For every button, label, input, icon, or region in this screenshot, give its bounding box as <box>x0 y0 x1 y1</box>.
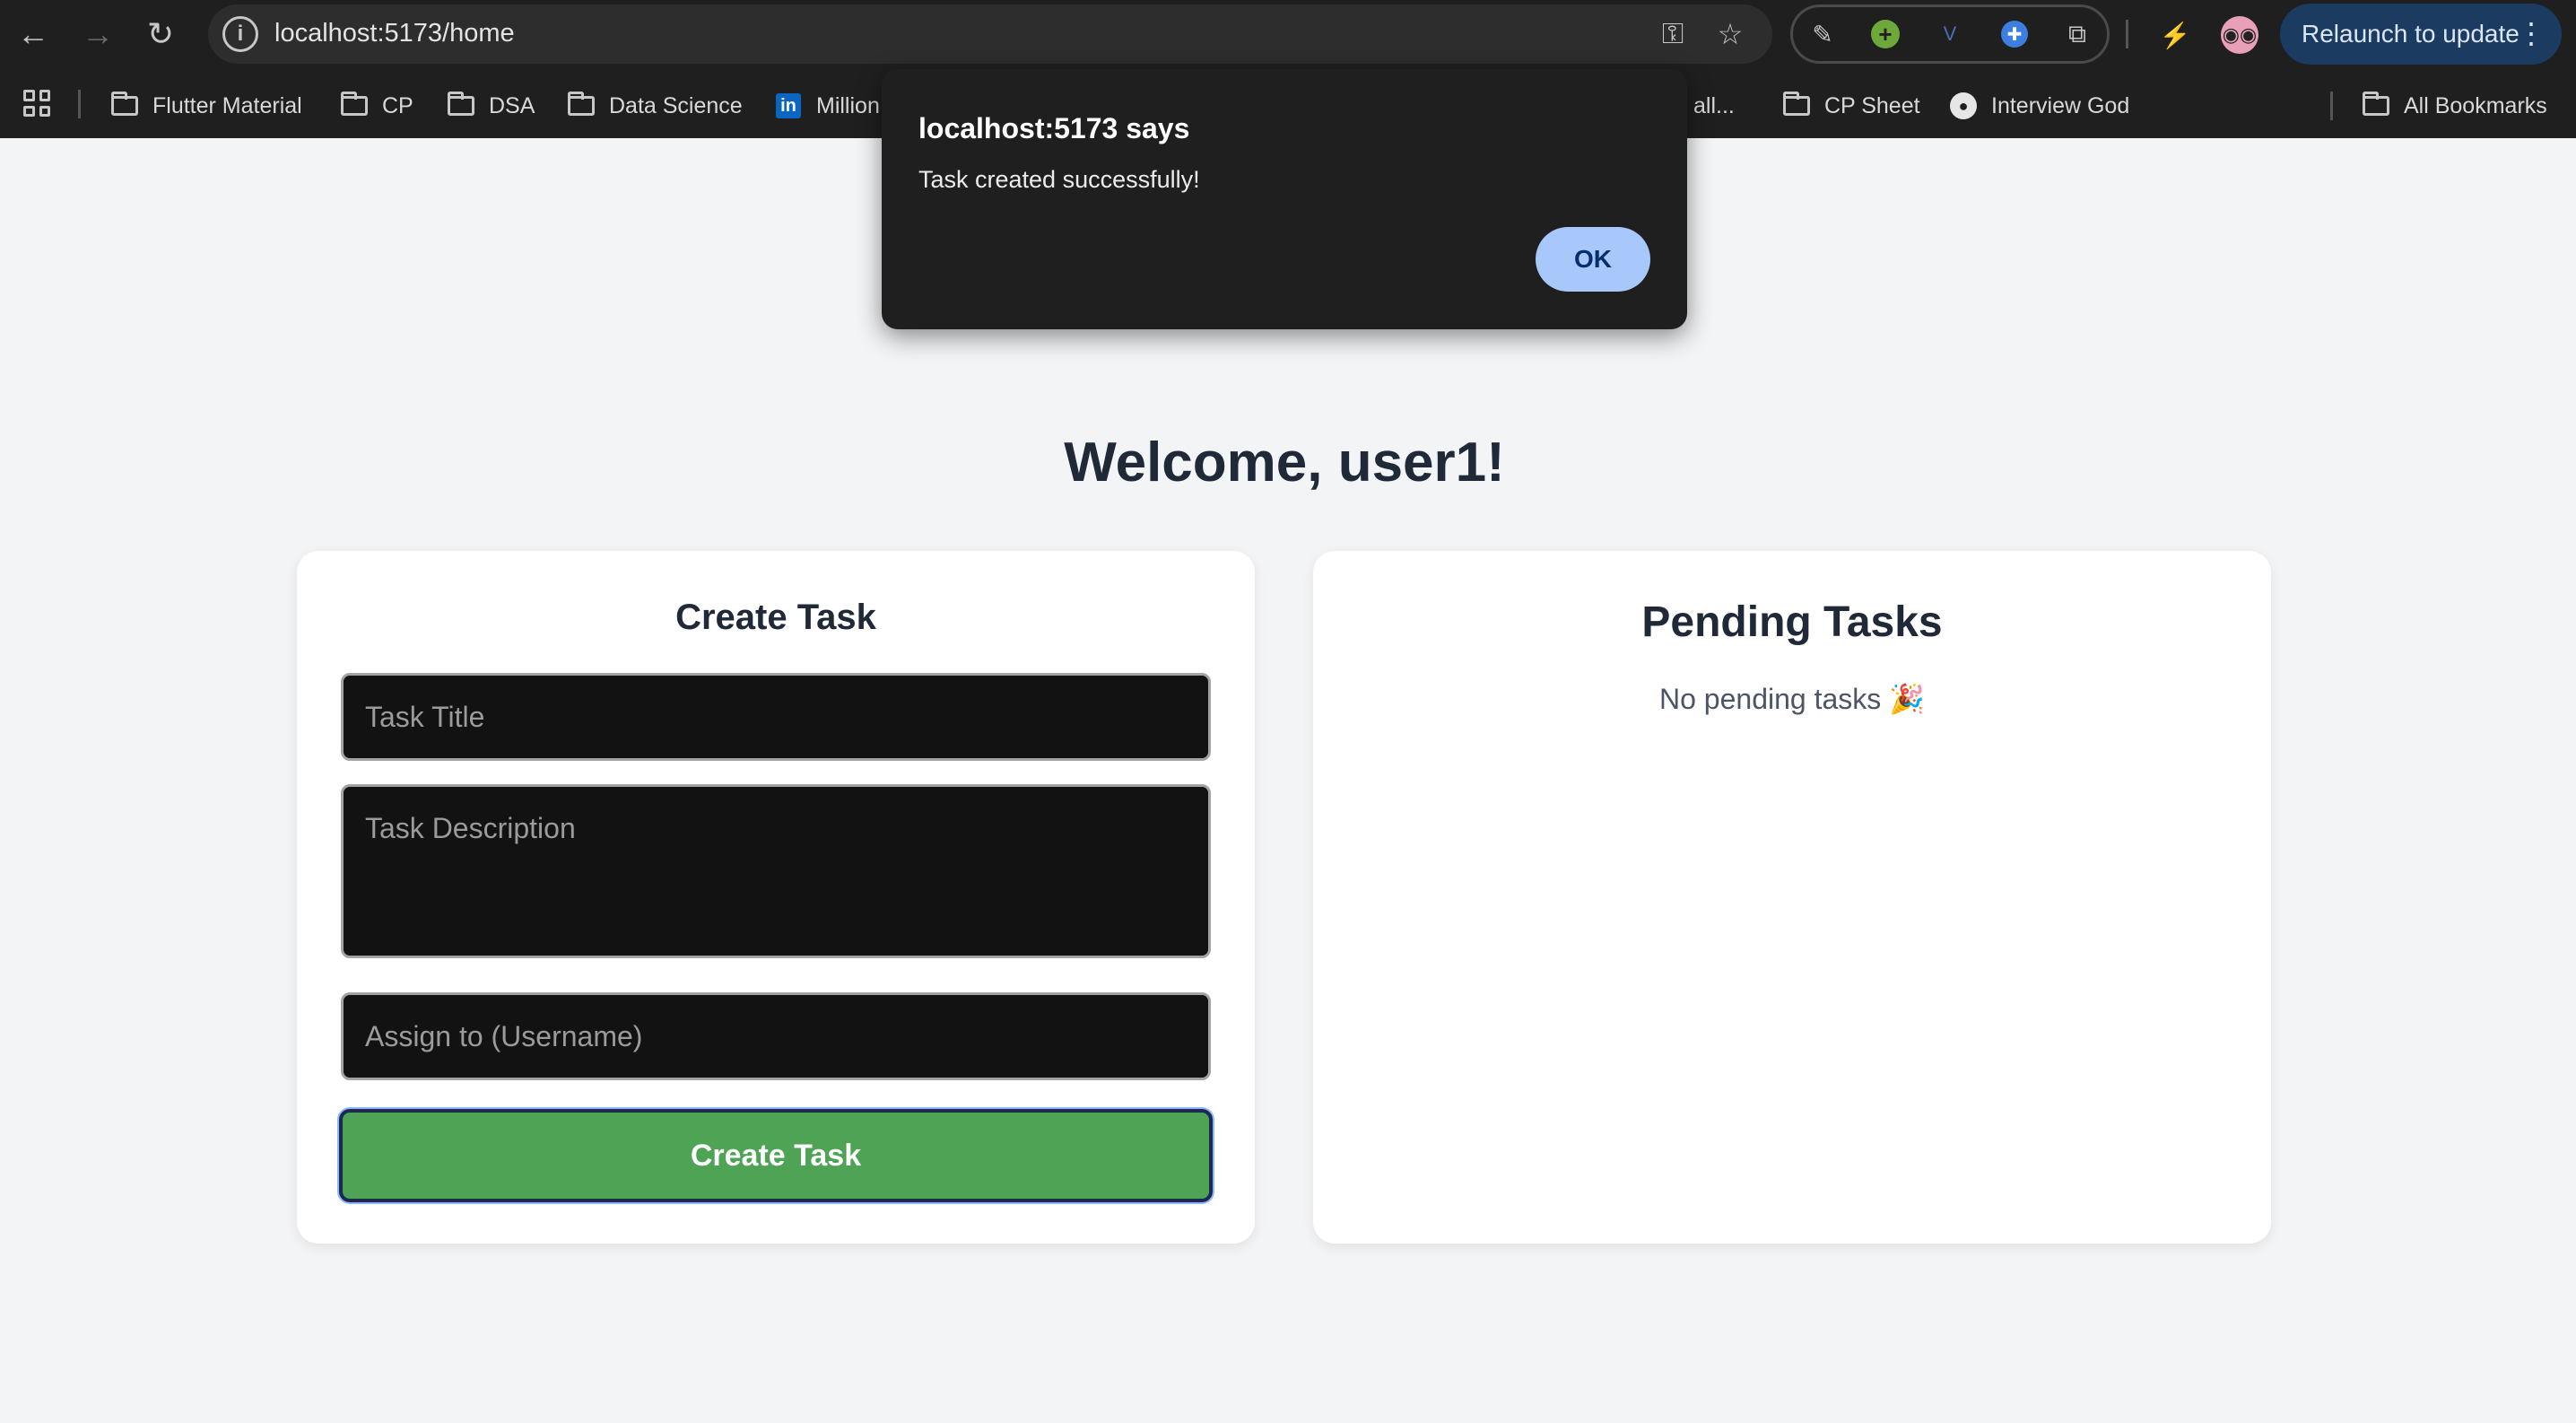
bookmark-label: Flutter Material <box>152 92 302 118</box>
bookmark-label: Interview God <box>1991 92 2130 118</box>
dialog-title: localhost:5173 says <box>918 112 1190 144</box>
bookmark-label: CP <box>382 92 413 118</box>
dialog-message: Task created successfully! <box>918 166 1200 193</box>
empty-tasks-message: No pending tasks 🎉 <box>1659 683 1925 715</box>
folder-icon <box>566 92 596 118</box>
bookmark-million[interactable]: in Million <box>773 90 880 122</box>
alert-dialog: localhost:5173 says Task created success… <box>882 69 1687 329</box>
ok-button[interactable]: OK <box>1536 227 1650 292</box>
puzzle-extensions-icon[interactable]: ⧉ <box>2058 15 2096 53</box>
profile-avatar[interactable]: ◉◉ <box>2221 16 2258 54</box>
bookmark-label: DSA <box>489 92 535 118</box>
key-icon[interactable]: ⚿ <box>1652 13 1693 55</box>
bookmarks-divider <box>2330 92 2333 120</box>
page-content: Welcome, user1! Create Task Create Task … <box>0 138 2576 1423</box>
welcome-heading: Welcome, user1! <box>1064 432 1505 493</box>
site-info-icon[interactable]: i <box>222 16 258 52</box>
folder-icon <box>109 92 140 118</box>
folder-icon <box>339 92 370 118</box>
folder-icon <box>1781 92 1812 118</box>
create-task-button[interactable]: Create Task <box>339 1109 1213 1202</box>
bookmark-label: Data Science <box>609 92 743 118</box>
vue-devtools-icon[interactable]: V <box>1931 15 1969 53</box>
task-title-input[interactable] <box>341 673 1211 761</box>
bookmark-interview-god[interactable]: ● Interview God <box>1948 90 2129 122</box>
performance-icon[interactable]: ⚡ <box>2156 16 2194 54</box>
linkedin-icon: in <box>773 93 804 118</box>
bookmark-cp[interactable]: CP <box>339 90 413 122</box>
url-text[interactable]: localhost:5173/home <box>274 19 515 48</box>
assign-username-input[interactable] <box>341 992 1211 1080</box>
bookmark-cp-sheet[interactable]: CP Sheet <box>1781 90 1920 122</box>
bookmark-label: all... <box>1693 92 1735 118</box>
bookmark-label: Million <box>816 92 880 118</box>
create-task-title: Create Task <box>675 598 876 637</box>
forward-arrow-icon[interactable]: → <box>75 12 120 57</box>
toolbar-divider <box>2126 20 2128 48</box>
green-plus-extension-icon[interactable]: + <box>1867 15 1904 53</box>
bookmark-flutter-material[interactable]: Flutter Material <box>109 90 302 122</box>
blue-extension-icon[interactable]: ✚ <box>1996 15 2033 53</box>
reload-icon[interactable]: ↻ <box>138 12 183 57</box>
address-bar[interactable]: i localhost:5173/home ⚿ ☆ <box>208 4 1772 64</box>
task-description-input[interactable] <box>341 784 1211 958</box>
create-task-card: Create Task Create Task <box>297 551 1255 1244</box>
star-icon[interactable]: ☆ <box>1710 13 1751 55</box>
pending-tasks-title: Pending Tasks <box>1641 598 1943 646</box>
relaunch-button[interactable]: Relaunch to update ⋮ <box>2280 4 2562 65</box>
all-bookmarks-label: All Bookmarks <box>2404 92 2547 118</box>
relaunch-label: Relaunch to update <box>2302 20 2519 48</box>
bookmark-truncated[interactable]: all... <box>1693 90 1735 122</box>
folder-icon <box>446 92 476 118</box>
bookmark-dsa[interactable]: DSA <box>446 90 535 122</box>
bookmark-label: CP Sheet <box>1824 92 1920 118</box>
back-arrow-icon[interactable]: ← <box>11 12 56 57</box>
bookmark-data-science[interactable]: Data Science <box>566 90 743 122</box>
github-icon: ● <box>1948 92 1979 119</box>
all-bookmarks[interactable]: All Bookmarks <box>2361 90 2547 122</box>
eyedropper-icon[interactable]: ✎ <box>1804 15 1841 53</box>
folder-icon <box>2361 92 2391 118</box>
extensions-group: ✎ + V ✚ ⧉ <box>1790 4 2110 64</box>
pending-tasks-card: Pending Tasks No pending tasks 🎉 <box>1313 551 2271 1244</box>
menu-dots-icon[interactable]: ⋮ <box>2517 16 2546 50</box>
